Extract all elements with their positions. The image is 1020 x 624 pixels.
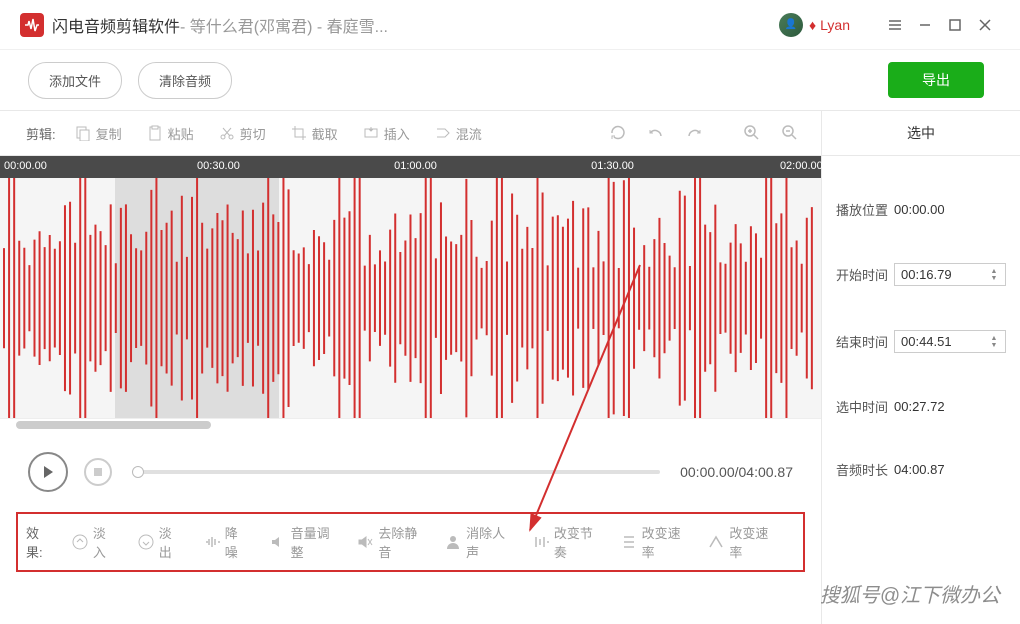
pitch-button[interactable]: 改变速率 — [707, 523, 771, 561]
copy-button[interactable]: 复制 — [74, 124, 122, 143]
insert-button[interactable]: 插入 — [362, 124, 410, 143]
zoom-in-button[interactable] — [737, 118, 767, 148]
mix-button[interactable]: 混流 — [434, 124, 482, 143]
copy-icon — [74, 124, 92, 142]
edit-label: 剪辑: — [26, 124, 56, 143]
speed-icon — [620, 532, 638, 552]
ruler-tick: 01:00.00 — [394, 160, 437, 172]
sel-time-label: 选中时间 — [836, 397, 894, 416]
ruler-tick: 00:00.00 — [4, 160, 47, 172]
scissors-icon — [218, 124, 236, 142]
stepper-down[interactable]: ▼ — [989, 342, 999, 349]
insert-icon — [362, 124, 380, 142]
menu-button[interactable] — [880, 10, 910, 40]
maximize-button[interactable] — [940, 10, 970, 40]
waveform-scrollbar[interactable] — [0, 418, 821, 432]
devocal-button[interactable]: 消除人声 — [444, 523, 508, 561]
repeat-button[interactable] — [603, 118, 633, 148]
scroll-thumb[interactable] — [16, 421, 211, 429]
sel-time-value: 00:27.72 — [894, 399, 1006, 414]
stepper-up[interactable]: ▲ — [989, 335, 999, 342]
export-button[interactable]: 导出 — [888, 62, 984, 98]
paste-button[interactable]: 粘贴 — [146, 124, 194, 143]
mix-icon — [434, 124, 452, 142]
ruler-tick: 00:30.00 — [197, 160, 240, 172]
username[interactable]: Lyan — [820, 17, 850, 33]
start-time-label: 开始时间 — [836, 265, 894, 284]
denoise-button[interactable]: 降噪 — [203, 523, 245, 561]
effects-bar: 效果: 淡入 淡出 降噪 音量调整 去除静音 消除人声 改变节奏 改变速率 改变… — [16, 512, 805, 572]
fade-out-icon — [137, 532, 155, 552]
waveform[interactable] — [0, 178, 821, 418]
close-button[interactable] — [970, 10, 1000, 40]
fade-out-button[interactable]: 淡出 — [137, 523, 179, 561]
avatar[interactable]: 👤 — [779, 13, 803, 37]
fade-in-button[interactable]: 淡入 — [71, 523, 113, 561]
crop-icon — [290, 124, 308, 142]
redo-button[interactable] — [679, 118, 709, 148]
desilence-button[interactable]: 去除静音 — [356, 523, 420, 561]
stepper-up[interactable]: ▲ — [989, 268, 999, 275]
pitch-icon — [707, 532, 725, 552]
play-pos-label: 播放位置 — [836, 200, 894, 219]
timeline-ruler[interactable]: 00:00.00 00:30.00 01:00.00 01:30.00 02:0… — [0, 156, 821, 178]
start-time-input[interactable]: 00:16.79 ▲▼ — [894, 263, 1006, 286]
tempo-button[interactable]: 改变节奏 — [532, 523, 596, 561]
app-logo — [20, 13, 44, 37]
volume-button[interactable]: 音量调整 — [269, 523, 333, 561]
end-time-label: 结束时间 — [836, 332, 894, 351]
crop-button[interactable]: 截取 — [290, 124, 338, 143]
denoise-icon — [203, 532, 221, 552]
volume-icon — [269, 532, 287, 552]
cut-button[interactable]: 剪切 — [218, 124, 266, 143]
right-panel-header: 选中 — [822, 110, 1020, 156]
stepper-down[interactable]: ▼ — [989, 275, 999, 282]
mute-icon — [356, 532, 374, 552]
minimize-button[interactable] — [910, 10, 940, 40]
add-file-button[interactable]: 添加文件 — [28, 62, 122, 99]
play-button[interactable] — [28, 452, 68, 492]
paste-icon — [146, 124, 164, 142]
progress-bar[interactable] — [132, 470, 660, 474]
person-icon — [444, 532, 462, 552]
time-display: 00:00.00/04:00.87 — [680, 464, 793, 480]
zoom-out-button[interactable] — [775, 118, 805, 148]
gem-icon: ♦ — [809, 17, 816, 33]
ruler-tick: 01:30.00 — [591, 160, 634, 172]
fade-in-icon — [71, 532, 89, 552]
play-pos-value: 00:00.00 — [894, 202, 1006, 217]
app-title: 闪电音频剪辑软件 — [52, 13, 180, 37]
end-time-input[interactable]: 00:44.51 ▲▼ — [894, 330, 1006, 353]
duration-value: 04:00.87 — [894, 462, 1006, 477]
tempo-icon — [532, 532, 550, 552]
undo-button[interactable] — [641, 118, 671, 148]
stop-button[interactable] — [84, 458, 112, 486]
speed-button[interactable]: 改变速率 — [620, 523, 684, 561]
duration-label: 音频时长 — [836, 460, 894, 479]
progress-handle[interactable] — [132, 466, 144, 478]
clear-audio-button[interactable]: 清除音频 — [138, 62, 232, 99]
effects-label: 效果: — [26, 523, 51, 561]
ruler-tick: 02:00.00 — [780, 160, 823, 172]
file-title: - 等什么君(邓寓君) - 春庭雪... — [180, 13, 388, 37]
